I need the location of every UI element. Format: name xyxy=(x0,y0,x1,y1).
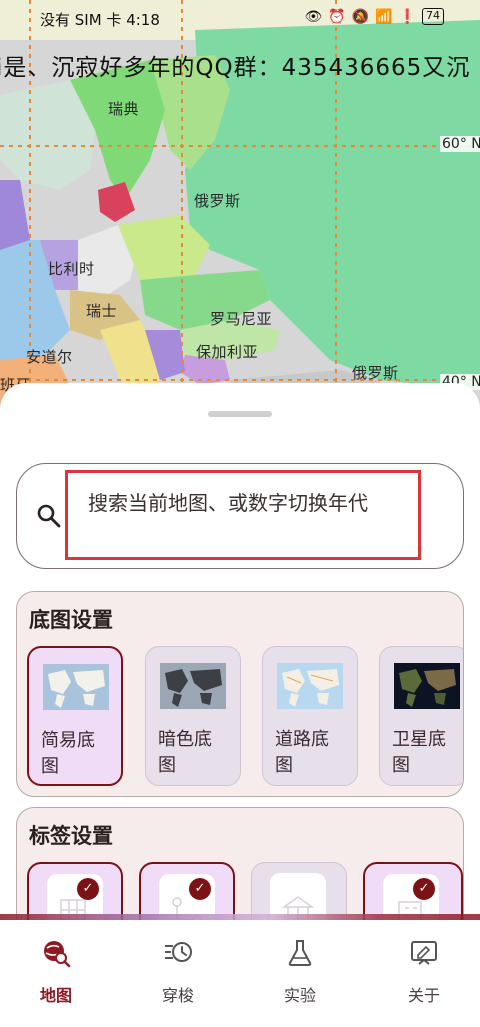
nav-label-map: 地图 xyxy=(39,986,72,1005)
satellite-map-thumbnail xyxy=(394,663,460,709)
simple-map-thumbnail xyxy=(43,664,109,710)
history-icon xyxy=(165,942,192,962)
nav-tab-experiment[interactable]: 实验 xyxy=(260,938,340,1006)
drag-handle[interactable] xyxy=(208,411,272,417)
bottom-navigation: 地图 穿梭 实验 关于 xyxy=(0,920,480,1027)
flask-icon xyxy=(288,940,312,966)
nav-tab-map[interactable]: 地图 xyxy=(16,938,96,1006)
basemap-option-satellite[interactable]: 卫星底图 xyxy=(379,646,463,786)
basemap-settings-title: 底图设置 xyxy=(29,608,113,632)
dark-map-thumbnail xyxy=(160,663,226,709)
bottom-sheet: 搜索当前地图、或数字切换年代 底图设置 简易底图 暗色底图 道路底图 卫星底图 … xyxy=(0,383,480,947)
basemap-option-label: 简易底图 xyxy=(41,730,95,777)
alarm-icon: ⏰ xyxy=(328,8,346,25)
status-icons: 👁 ⏰ 🔕 📶 ❗ 74 xyxy=(304,8,444,25)
globe-search-icon xyxy=(44,941,71,968)
map-label-russia: 俄罗斯 xyxy=(194,192,241,210)
search-icon xyxy=(37,504,61,528)
basemap-option-dark[interactable]: 暗色底图 xyxy=(145,646,241,786)
map-label-romania: 罗马尼亚 xyxy=(210,310,273,328)
map-label-belgium: 比利时 xyxy=(48,260,95,278)
basemap-option-label: 道路底图 xyxy=(275,729,329,776)
basemap-option-label: 暗色底图 xyxy=(158,729,212,776)
check-icon: ✓ xyxy=(77,878,99,900)
nav-tab-shuttle[interactable]: 穿梭 xyxy=(138,938,218,1006)
edit-note-icon xyxy=(411,941,437,965)
search-input[interactable]: 搜索当前地图、或数字切换年代 xyxy=(88,487,408,519)
map-view[interactable]: i是、沉寂好多年的QQ群：435436665又沉 瑞典 俄罗斯 比利时 瑞士 罗… xyxy=(0,0,480,430)
basemap-option-road[interactable]: 道路底图 xyxy=(262,646,358,786)
basemap-option-simple[interactable]: 简易底图 xyxy=(27,646,123,786)
basemap-option-label: 卫星底图 xyxy=(392,729,446,776)
nav-tab-about[interactable]: 关于 xyxy=(384,938,464,1006)
check-icon: ✓ xyxy=(413,878,435,900)
nav-label-shuttle: 穿梭 xyxy=(161,986,194,1005)
status-carrier-time: 没有 SIM 卡 4:18 xyxy=(40,11,160,29)
search-input-highlight[interactable]: 搜索当前地图、或数字切换年代 xyxy=(65,470,421,560)
map-label-bulgaria: 保加利亚 xyxy=(196,343,259,361)
announcement-marquee: i是、沉寂好多年的QQ群：435436665又沉 xyxy=(0,50,480,86)
map-label-sweden: 瑞典 xyxy=(108,100,140,118)
alert-icon: ❗ xyxy=(398,8,416,25)
battery-icon: 74 xyxy=(422,8,444,25)
latitude-label-60: 60° N xyxy=(440,136,480,152)
search-box[interactable]: 搜索当前地图、或数字切换年代 xyxy=(16,463,464,569)
label-settings-title: 标签设置 xyxy=(29,824,113,848)
eye-icon: 👁 xyxy=(304,8,323,25)
basemap-settings-panel: 底图设置 简易底图 暗色底图 道路底图 卫星底图 xyxy=(16,591,464,797)
nav-label-about: 关于 xyxy=(407,986,440,1005)
wifi-icon: 📶 xyxy=(375,8,393,25)
nav-label-experiment: 实验 xyxy=(283,986,316,1005)
mute-icon: 🔕 xyxy=(351,8,370,25)
map-label-andorra: 安道尔 xyxy=(26,348,73,366)
check-icon: ✓ xyxy=(189,878,211,900)
announcement-text: i是、沉寂好多年的QQ群：435436665又沉 xyxy=(0,55,471,81)
map-label-switzerland: 瑞士 xyxy=(86,302,118,320)
status-bar: 没有 SIM 卡 4:18 👁 ⏰ 🔕 📶 ❗ 74 xyxy=(0,0,480,36)
road-map-thumbnail xyxy=(277,663,343,709)
map-label-russia-south: 俄罗斯 xyxy=(352,364,399,382)
